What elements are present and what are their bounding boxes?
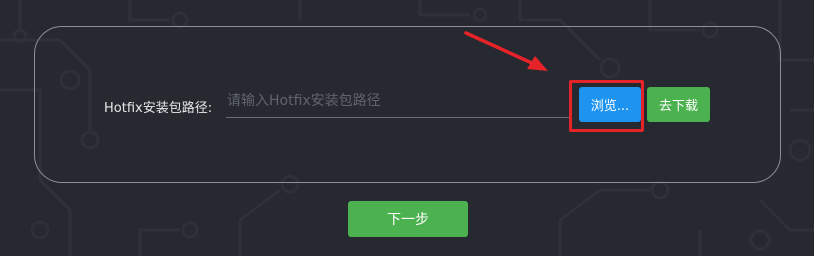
browse-button[interactable]: 浏览...	[579, 87, 641, 122]
next-step-button[interactable]: 下一步	[348, 201, 468, 237]
hotfix-path-input[interactable]	[226, 86, 570, 118]
installer-page: Hotfix安装包路径: 浏览... 去下载 下一步	[0, 0, 814, 256]
download-button[interactable]: 去下载	[647, 87, 710, 122]
hotfix-path-label: Hotfix安装包路径:	[104, 101, 213, 116]
